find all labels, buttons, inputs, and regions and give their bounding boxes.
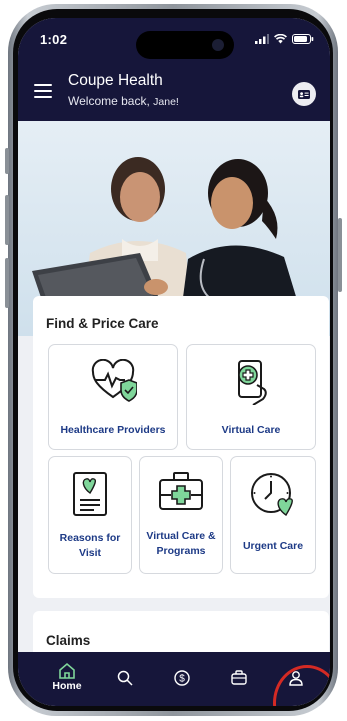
section-title: Find & Price Care bbox=[46, 316, 159, 331]
heart-pulse-shield-icon bbox=[91, 359, 137, 402]
tab-search[interactable] bbox=[110, 670, 140, 686]
wifi-icon bbox=[274, 34, 287, 44]
tile-label: Virtual Care bbox=[221, 424, 281, 436]
phone-volume-up bbox=[5, 195, 9, 245]
tile-label: Urgent Care bbox=[242, 540, 304, 552]
phone-medical-cross-icon bbox=[238, 360, 267, 405]
menu-button[interactable] bbox=[34, 84, 52, 98]
app-title: Coupe Health bbox=[68, 72, 163, 89]
tab-label: Home bbox=[52, 680, 82, 692]
tile-virtual-care[interactable]: Virtual Care bbox=[186, 344, 316, 450]
phone-volume-down bbox=[5, 258, 9, 308]
camera-dot bbox=[212, 39, 224, 51]
search-icon bbox=[117, 670, 133, 686]
phone-silent-switch bbox=[5, 148, 9, 174]
clipboard-heart-icon bbox=[73, 472, 107, 516]
id-card-icon bbox=[298, 89, 310, 99]
dollar-icon: $ bbox=[174, 670, 190, 686]
svg-text:$: $ bbox=[179, 674, 185, 685]
tile-healthcare-providers[interactable]: Healthcare Providers bbox=[48, 344, 178, 450]
welcome-message: Welcome back, Jane! bbox=[68, 94, 179, 108]
status-time: 1:02 bbox=[40, 32, 68, 47]
phone-power-button bbox=[338, 218, 342, 292]
medical-kit-icon bbox=[159, 472, 203, 510]
tile-label: Reasons for Visit bbox=[59, 532, 121, 559]
tile-urgent-care[interactable]: Urgent Care bbox=[230, 456, 316, 574]
find-price-care-card: Find & Price Care Healthcare Providers V… bbox=[33, 296, 329, 598]
app-header: 1:02 Coupe Health Welcome back, Jane! bbox=[18, 18, 330, 121]
status-icons bbox=[255, 34, 314, 44]
briefcase-icon bbox=[231, 670, 247, 685]
tile-label: Healthcare Providers bbox=[60, 424, 166, 436]
tab-costs[interactable]: $ bbox=[167, 670, 197, 686]
welcome-prefix: Welcome back, bbox=[68, 94, 150, 108]
signal-icon bbox=[255, 34, 269, 44]
claims-title: Claims bbox=[46, 633, 91, 648]
battery-icon bbox=[292, 34, 314, 44]
home-icon bbox=[59, 662, 75, 679]
app-screen: 1:02 Coupe Health Welcome back, Jane! Fi… bbox=[18, 18, 330, 706]
tab-benefits[interactable] bbox=[224, 670, 254, 685]
tab-home[interactable]: Home bbox=[52, 662, 82, 692]
user-name: Jane! bbox=[153, 96, 179, 108]
id-card-button[interactable] bbox=[292, 82, 316, 106]
tile-reasons-for-visit[interactable]: Reasons for Visit bbox=[48, 456, 132, 574]
dynamic-island bbox=[136, 31, 234, 59]
clock-heart-icon bbox=[251, 473, 293, 517]
tile-label: Virtual Care & Programs bbox=[146, 530, 216, 557]
tile-virtual-care-programs[interactable]: Virtual Care & Programs bbox=[139, 456, 223, 574]
